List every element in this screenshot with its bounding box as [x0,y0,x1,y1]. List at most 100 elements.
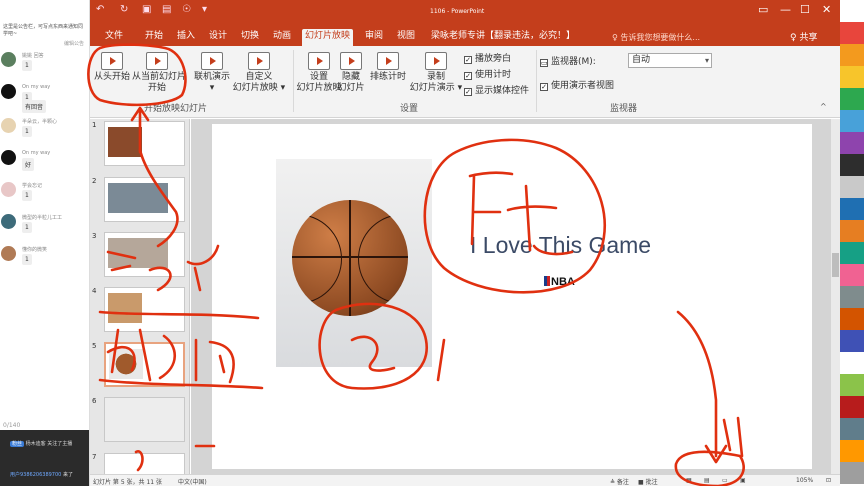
from-beginning-button[interactable]: 从头开始 [92,52,132,83]
minimize-icon[interactable]: — [780,3,791,16]
customize-qa-icon[interactable]: ▾ [202,4,207,15]
color-swatch[interactable] [840,440,864,462]
tab-transitions[interactable]: 切换 [238,29,262,46]
play-current-icon [146,52,168,70]
color-swatch[interactable] [840,462,864,484]
avatar [1,84,16,99]
tab-home[interactable]: 开始 [142,29,166,46]
divider [536,50,537,112]
color-swatch[interactable] [840,0,864,22]
monitor-dropdown[interactable]: 自动 [628,53,712,68]
slide-thumbnail-7[interactable] [104,453,185,474]
edit-notice-link[interactable]: 编辑公告 [64,40,84,47]
hide-slide-button[interactable]: 隐藏 幻灯片 [334,52,368,94]
chat-bubble: 有回音 [22,100,47,113]
color-swatch[interactable] [840,286,864,308]
from-current-button[interactable]: 从当前幻灯片 开始 [132,52,186,94]
record-button[interactable]: 录制 幻灯片演示 ▾ [408,52,464,94]
slide-thumbnail-5[interactable] [104,342,185,387]
rehearse-button[interactable]: 排练计时 [368,52,408,83]
color-swatch[interactable] [840,242,864,264]
slide-thumbnail-2[interactable] [104,177,185,222]
color-swatch[interactable] [840,220,864,242]
tab-file[interactable]: 文件 [102,29,126,46]
tab-teacher[interactable]: 梁咏老师专讲【翻录违法，必究！】 [428,29,578,46]
checkbox-narration[interactable]: ✓ 播放旁白 [464,51,511,64]
monitor-label: ▭ 监视器(M): [540,54,596,67]
custom-show-button[interactable]: 自定义 幻灯片放映 ▾ [230,52,288,94]
chat-user-name: On my way [22,150,51,156]
slide-info: 幻灯片 第 5 张，共 11 张 [93,479,162,486]
share-button[interactable]: ♀ 共享 [790,30,817,43]
save-icon[interactable]: ▤ [162,4,171,15]
fit-slide-icon[interactable]: ⊡ [826,477,831,484]
chat-user-name: 懂你的微笑 [22,247,48,253]
slide-thumbnail-1[interactable] [104,121,185,166]
sorter-view-icon[interactable]: ▤ [704,477,710,484]
scroll-thumb[interactable] [832,253,839,277]
slide-title[interactable]: I Love This Game [470,232,651,259]
online-present-button[interactable]: 联机演示 ▾ [190,52,234,94]
color-swatch[interactable] [840,198,864,220]
basketball-photo[interactable] [276,159,432,367]
normal-view-icon[interactable]: ▦ [686,477,692,484]
thumb-image [108,293,142,323]
notes-button[interactable]: ≜ 备注 [610,477,629,486]
color-swatch[interactable] [840,44,864,66]
checkbox-presenter-view[interactable]: ✓ 使用演示者视图 [540,78,614,91]
tab-review[interactable]: 审阅 [362,29,386,46]
hide-label: 隐藏 [341,72,360,82]
screen: 这里是公告栏，可写点东西来通知同学吧~ 编辑公告 姚姚 回答 1 On my w… [0,0,864,486]
tab-slideshow[interactable]: 幻灯片放映 [302,29,354,46]
avatar [1,246,16,261]
from-beginning-label: 从头开始 [93,72,130,82]
color-swatch[interactable] [840,352,864,374]
color-swatch[interactable] [840,22,864,44]
color-swatch[interactable] [840,176,864,198]
zoom-level[interactable]: 105% [796,477,813,484]
undo-icon[interactable]: ↶ [96,4,104,15]
color-swatch[interactable] [840,264,864,286]
record-icon [425,52,447,70]
color-swatch[interactable] [840,308,864,330]
comments-button[interactable]: ■ 批注 [638,477,658,486]
color-swatch[interactable] [840,418,864,440]
slide-number: 1 [92,121,97,129]
color-swatch[interactable] [840,396,864,418]
chat-user-name: On my way [22,84,51,90]
close-icon[interactable]: ✕ [822,3,831,16]
tab-insert[interactable]: 插入 [174,29,198,46]
tell-me-search[interactable]: ♀ 告诉我您想要做什么... [612,32,700,43]
slide-thumbnail-3[interactable] [104,232,185,277]
color-swatch[interactable] [840,132,864,154]
redo-icon[interactable]: ↻ [120,4,128,15]
slideshow-qa-icon[interactable]: ▣ [142,4,151,15]
touch-icon[interactable]: ☉ [182,4,191,15]
checkbox-timing[interactable]: ✓ 使用计时 [464,67,511,80]
tab-view[interactable]: 视图 [394,29,418,46]
slide-thumbnail-4[interactable] [104,287,185,332]
color-swatch[interactable] [840,330,864,352]
tab-animations[interactable]: 动画 [270,29,294,46]
color-swatch[interactable] [840,88,864,110]
vertical-scrollbar[interactable] [831,119,840,474]
slide[interactable]: I Love This Game NBA [212,124,812,469]
checkbox-media[interactable]: ✓ 显示媒体控件 [464,83,529,96]
color-swatch[interactable] [840,154,864,176]
check-icon: ✓ [540,83,548,91]
color-swatch[interactable] [840,66,864,88]
tab-design[interactable]: 设计 [206,29,230,46]
ribbon-display-icon[interactable]: ▭ [758,3,768,16]
slide-number: 5 [92,342,97,350]
slideshow-view-icon[interactable]: ▣ [740,477,746,484]
check-icon: ✓ [464,56,472,64]
chat-bubble: 1 [22,254,32,265]
collapse-ribbon-icon[interactable]: ^ [820,102,827,111]
seam [292,214,342,304]
color-swatch[interactable] [840,374,864,396]
reading-view-icon[interactable]: ▭ [722,477,728,484]
chat-message: 姚姚 回答 1 [0,50,89,80]
color-swatch[interactable] [840,110,864,132]
maximize-icon[interactable]: ☐ [800,3,810,16]
slide-thumbnail-6[interactable] [104,397,185,442]
